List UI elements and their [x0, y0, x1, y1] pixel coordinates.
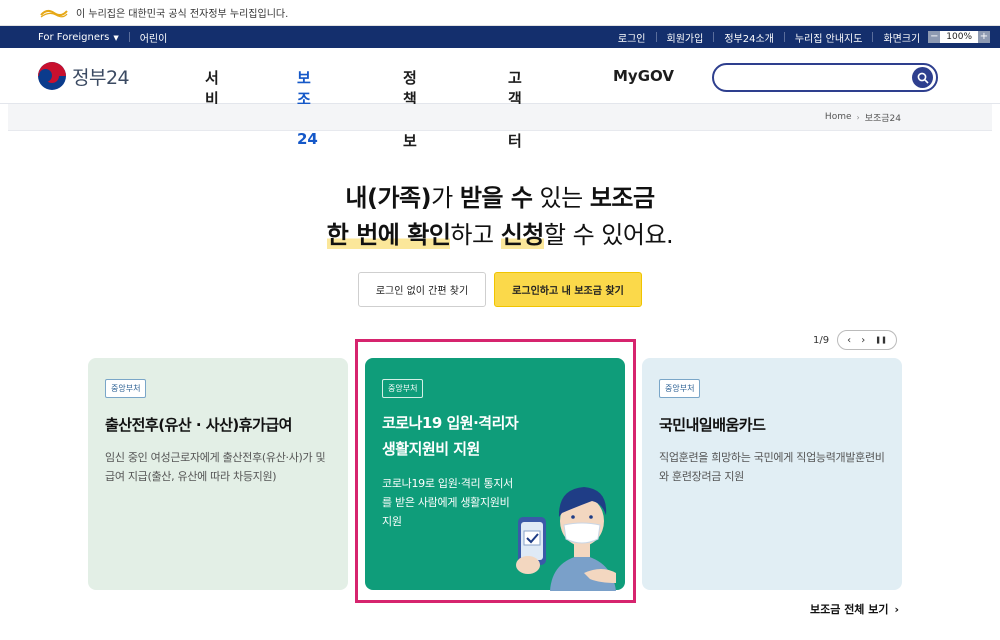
hero-text: 있는: [532, 184, 590, 212]
hero-text: 할 수 있어요.: [543, 221, 674, 249]
hero-heading-line1: 내(가족)가 받을 수 있는 보조금: [0, 178, 1000, 213]
breadcrumb-home[interactable]: Home: [825, 112, 852, 122]
nav-mygov[interactable]: MyGOV: [613, 67, 674, 85]
search-icon: [917, 72, 929, 84]
about-link[interactable]: 정부24소개: [724, 30, 774, 45]
chevron-right-icon[interactable]: ›: [861, 335, 865, 346]
zoom-control: − 100% +: [928, 31, 990, 43]
subsidy-card[interactable]: 중앙부처 출산전후(유산 · 사산)휴가급여 임신 중인 여성근로자에게 출산전…: [88, 358, 348, 590]
hero-text: 받을 수: [459, 184, 533, 212]
view-all-subsidies-link[interactable]: 보조금 전체 보기 ›: [810, 601, 899, 617]
divider: [783, 32, 785, 42]
card-title-line: 코로나19 입원·격리자: [382, 414, 519, 432]
divider: [128, 32, 130, 42]
card-title-line: 생활지원비 지원: [382, 440, 480, 458]
card-description: 코로나19로 입원·격리 통지서를 받은 사람에게 생활지원비 지원: [382, 477, 514, 528]
view-all-label: 보조금 전체 보기: [810, 603, 889, 616]
subsidy-card[interactable]: 중앙부처 국민내일배움카드 직업훈련을 희망하는 국민에게 직업능력개발훈련비와…: [642, 358, 902, 590]
kids-link[interactable]: 어린이: [140, 30, 168, 45]
card-title: 코로나19 입원·격리자 생활지원비 지원: [382, 410, 608, 462]
hero-text: 보조금: [589, 184, 655, 212]
card-description: 직업훈련을 희망하는 국민에게 직업능력개발훈련비와 훈련장려금 지원: [659, 451, 885, 483]
hero-buttons: 로그인 없이 간편 찾기 로그인하고 내 보조금 찾기: [0, 272, 1000, 307]
breadcrumb-current: 보조금24: [864, 113, 901, 124]
search-button[interactable]: [912, 67, 933, 88]
taegeuk-logo-icon: [38, 62, 66, 90]
gov24-logo[interactable]: 정부24: [38, 62, 130, 90]
site-header: 정부24 서비스 보조금24 정책정보 고객센터 MyGOV: [0, 48, 1000, 150]
category-badge: 중앙부처: [382, 379, 424, 398]
zoom-value: 100%: [946, 32, 972, 42]
find-with-login-button[interactable]: 로그인하고 내 보조금 찾기: [494, 272, 642, 307]
hero-text: 가: [431, 184, 460, 212]
official-notice-text: 이 누리집은 대한민국 공식 전자정부 누리집입니다.: [76, 9, 289, 20]
category-badge: 중앙부처: [105, 379, 147, 398]
chevron-right-icon: ›: [894, 602, 900, 616]
card-description: 임신 중인 여성근로자에게 출산전후(유산·사)가 및 급여 지급(출산, 유산…: [105, 451, 326, 483]
search-input[interactable]: [726, 65, 916, 89]
breadcrumb: Home › 보조금24: [8, 104, 992, 131]
divider: [655, 32, 657, 42]
card-title: 국민내일배움카드: [659, 416, 766, 434]
official-notice: 이 누리집은 대한민국 공식 전자정부 누리집입니다.: [0, 0, 1000, 26]
carousel-pager: 1/9 ‹ › ❚❚: [813, 330, 898, 350]
hero-highlight: 한 번에 확인: [326, 221, 451, 249]
utility-bar: For Foreigners ▼ 어린이 로그인 회원가입 정부24소개 누리집 …: [0, 26, 1000, 48]
for-foreigners-menu[interactable]: For Foreigners ▼: [38, 32, 119, 43]
hero-text: 하고: [450, 221, 501, 249]
zoom-out-button[interactable]: −: [928, 31, 941, 43]
caret-down-icon: ▼: [113, 33, 119, 42]
hero-heading-line2: 한 번에 확인하고 신청할 수 있어요.: [0, 215, 1000, 250]
category-badge: 중앙부처: [659, 379, 701, 398]
chevron-right-icon: ›: [856, 112, 860, 122]
e-government-icon: [40, 7, 68, 19]
divider: [713, 32, 715, 42]
logo-text: 정부24: [72, 66, 130, 89]
hero-text: 내(가족): [345, 184, 432, 212]
search-box: [712, 63, 938, 92]
card-title: 출산전후(유산 · 사산)휴가급여: [105, 416, 292, 434]
carousel-controls: ‹ › ❚❚: [837, 330, 898, 350]
divider: [872, 32, 874, 42]
pause-icon[interactable]: ❚❚: [875, 336, 887, 344]
carousel-counter: 1/9: [813, 334, 830, 346]
signup-link[interactable]: 회원가입: [667, 30, 704, 45]
login-link[interactable]: 로그인: [618, 30, 646, 45]
zoom-in-button[interactable]: +: [978, 31, 990, 43]
find-without-login-button[interactable]: 로그인 없이 간편 찾기: [358, 272, 486, 307]
person-with-phone-illustration: [516, 487, 616, 591]
zoom-label: 화면크기: [883, 33, 921, 45]
hero-highlight: 신청: [500, 221, 544, 249]
chevron-left-icon[interactable]: ‹: [847, 335, 851, 346]
sitemap-link[interactable]: 누리집 안내지도: [795, 30, 863, 45]
